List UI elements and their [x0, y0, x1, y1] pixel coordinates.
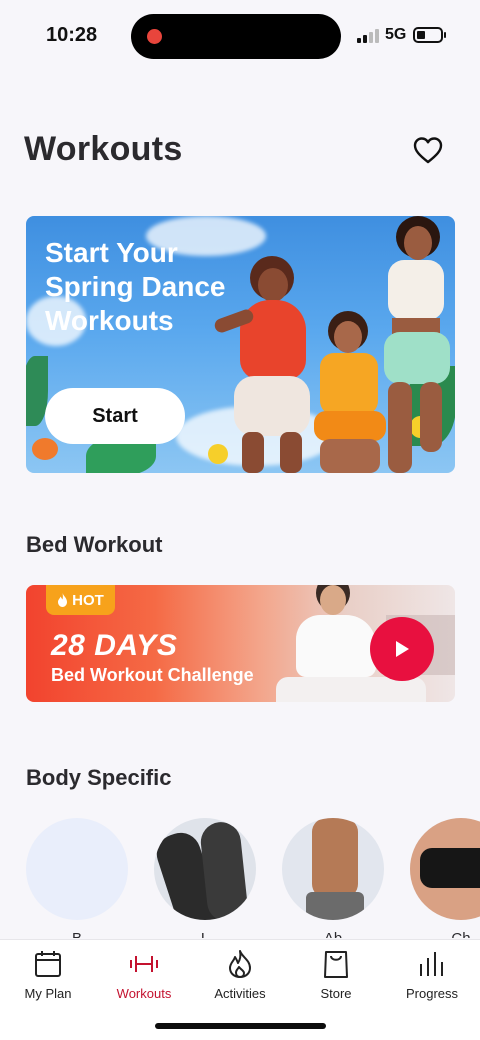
body-part-image: [26, 818, 128, 920]
play-button[interactable]: [370, 617, 434, 681]
tab-label: Activities: [214, 986, 266, 1001]
section-title-bed-workout: Bed Workout: [26, 532, 163, 557]
tab-label: Store: [320, 986, 352, 1001]
tab-progress[interactable]: Progress: [384, 948, 480, 1001]
tab-workouts[interactable]: Workouts: [96, 948, 192, 1001]
body-part-item[interactable]: B: [26, 818, 128, 938]
flame-icon: [58, 593, 68, 607]
dynamic-island: [131, 14, 341, 59]
tab-store[interactable]: Store: [288, 948, 384, 1001]
body-part-label: Ch: [410, 930, 480, 938]
body-part-label: B: [26, 930, 128, 938]
heart-icon: [413, 137, 443, 164]
dancer-illustration: [374, 216, 455, 473]
spring-dance-banner[interactable]: Start Your Spring Dance Workouts Start: [26, 216, 455, 473]
home-indicator: [155, 1023, 326, 1029]
challenge-days: 28 DAYS: [51, 629, 178, 662]
body-part-image: [154, 818, 256, 920]
tab-my-plan[interactable]: My Plan: [0, 948, 96, 1001]
body-part-item[interactable]: Ch: [410, 818, 480, 938]
status-time: 10:28: [46, 24, 98, 46]
body-part-item[interactable]: Ab: [282, 818, 384, 938]
flower-decoration: [32, 438, 58, 460]
hot-badge-label: HOT: [72, 591, 104, 609]
banner-title: Start Your Spring Dance Workouts: [45, 237, 226, 336]
section-title-body-specific: Body Specific: [26, 765, 172, 790]
challenge-name: Bed Workout Challenge: [51, 665, 254, 685]
body-part-item[interactable]: L: [154, 818, 256, 938]
tab-label: My Plan: [24, 986, 72, 1001]
dumbbell-icon: [130, 956, 158, 972]
body-specific-list[interactable]: B L Ab Ch: [26, 818, 480, 938]
tab-label: Progress: [405, 986, 459, 1001]
status-bar: 10:28 5G: [0, 0, 480, 72]
recording-indicator: [147, 29, 162, 44]
start-button[interactable]: Start: [45, 388, 185, 444]
hot-badge: HOT: [46, 585, 115, 615]
play-icon: [396, 641, 409, 657]
body-part-image: [282, 818, 384, 920]
battery-icon: [413, 27, 446, 43]
body-part-image: [410, 818, 480, 920]
body-part-label: L: [154, 930, 256, 938]
signal-icon: [357, 28, 379, 43]
bar-chart-icon: [420, 952, 443, 976]
body-part-label: Ab: [282, 930, 384, 938]
page-title: Workouts: [24, 130, 183, 168]
tab-label: Workouts: [116, 986, 172, 1001]
shopping-bag-icon: [324, 951, 348, 978]
tab-activities[interactable]: Activities: [192, 948, 288, 1001]
network-label: 5G: [385, 26, 407, 43]
flame-icon: [229, 950, 251, 978]
favorites-button[interactable]: [410, 132, 446, 168]
bed-workout-challenge-card[interactable]: HOT 28 DAYS Bed Workout Challenge: [26, 585, 455, 702]
calendar-icon: [35, 951, 61, 977]
